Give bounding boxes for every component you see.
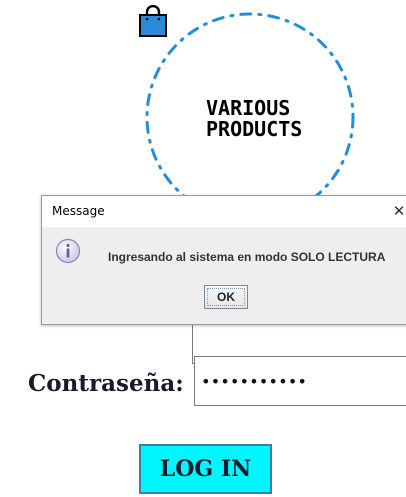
shopping-bag-icon [139, 5, 167, 37]
login-button[interactable]: LOG IN [139, 444, 272, 494]
dialog-title: Message [52, 204, 105, 218]
logo-text: VARIOUS PRODUCTS [206, 98, 302, 140]
info-icon [55, 238, 81, 264]
dialog-message: Ingresando al sistema en modo SOLO LECTU… [108, 250, 386, 264]
password-label: Contraseña: [28, 370, 184, 397]
message-dialog: Message ✕ Ingresando al sistema en modo … [41, 195, 406, 325]
logo-line-1: VARIOUS [206, 96, 291, 120]
ok-button[interactable]: OK [204, 285, 248, 309]
password-input[interactable]: ••••••••••• [194, 356, 406, 406]
close-icon[interactable]: ✕ [389, 200, 406, 222]
logo-line-2: PRODUCTS [206, 117, 303, 141]
dialog-titlebar[interactable]: Message ✕ [42, 196, 406, 227]
login-window: VARIOUS PRODUCTS Contraseña: •••••••••••… [0, 0, 406, 497]
